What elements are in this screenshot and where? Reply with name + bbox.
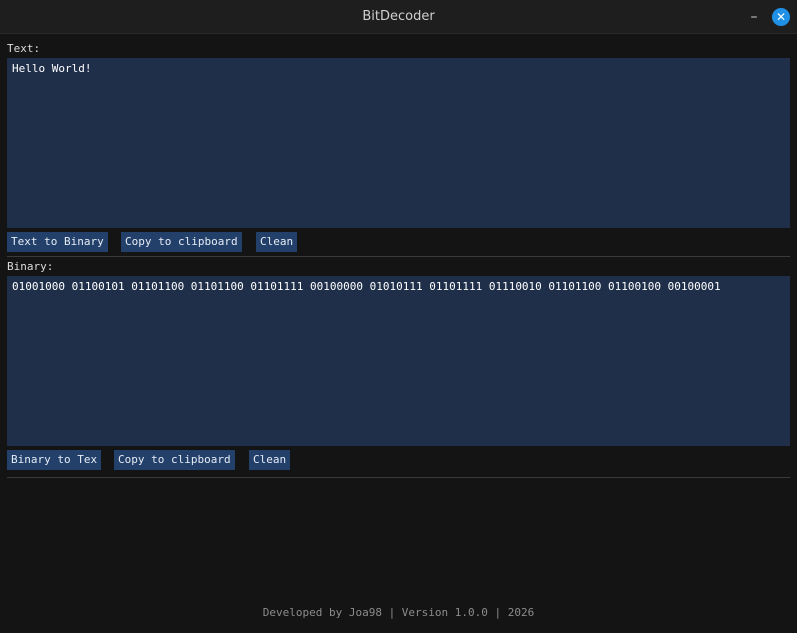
text-label: Text: xyxy=(7,42,41,55)
text-to-binary-button[interactable]: Text to Binary xyxy=(7,232,108,252)
window-title: BitDecoder xyxy=(362,9,435,24)
separator xyxy=(7,477,790,478)
minimize-button[interactable]: – xyxy=(744,7,764,27)
copy-text-button[interactable]: Copy to clipboard xyxy=(121,232,242,252)
separator xyxy=(7,256,790,257)
binary-to-text-button[interactable]: Binary to Tex xyxy=(7,450,102,470)
text-input[interactable]: Hello World! xyxy=(7,58,790,228)
close-button[interactable]: ✕ xyxy=(772,8,790,26)
clean-binary-button[interactable]: Clean xyxy=(249,450,291,470)
binary-input[interactable]: 01001000 01100101 01101100 01101100 0110… xyxy=(7,276,790,446)
copy-binary-button[interactable]: Copy to clipboard xyxy=(114,450,235,470)
clean-text-button[interactable]: Clean xyxy=(256,232,298,252)
title-bar: BitDecoder – ✕ xyxy=(0,0,797,34)
binary-label: Binary: xyxy=(7,260,54,273)
footer-text: Developed by Joa98 | Version 1.0.0 | 202… xyxy=(262,606,535,619)
